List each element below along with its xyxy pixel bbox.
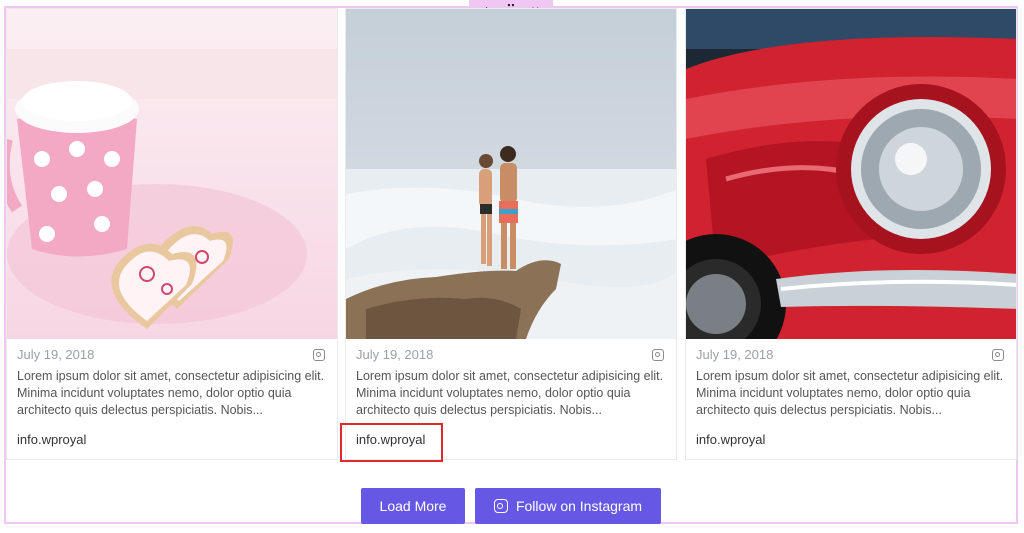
instagram-feed-grid: July 19, 2018 Lorem ipsum dolor sit amet… — [6, 8, 1017, 463]
post-date: July 19, 2018 — [356, 347, 434, 362]
post-body: July 19, 2018 Lorem ipsum dolor sit amet… — [7, 346, 337, 449]
follow-instagram-button[interactable]: Follow on Instagram — [475, 488, 661, 524]
post-card[interactable]: July 19, 2018 Lorem ipsum dolor sit amet… — [685, 8, 1017, 460]
post-image-car[interactable] — [686, 9, 1016, 339]
post-card[interactable]: July 19, 2018 Lorem ipsum dolor sit amet… — [6, 8, 338, 460]
instagram-icon — [493, 499, 508, 513]
post-card[interactable]: July 19, 2018 Lorem ipsum dolor sit amet… — [345, 8, 677, 460]
post-caption: Lorem ipsum dolor sit amet, consectetur … — [17, 369, 325, 417]
load-more-button[interactable]: Load More — [361, 488, 465, 524]
post-caption: Lorem ipsum dolor sit amet, consectetur … — [356, 369, 664, 417]
highlight-box — [340, 423, 443, 462]
feed-actions: Load More Follow on Instagram — [361, 488, 661, 524]
instagram-icon[interactable] — [313, 349, 325, 361]
follow-label: Follow on Instagram — [515, 498, 643, 514]
post-date: July 19, 2018 — [696, 347, 774, 362]
post-author[interactable]: info.wproyal — [17, 431, 327, 449]
post-caption: Lorem ipsum dolor sit amet, consectetur … — [696, 369, 1004, 417]
instagram-icon[interactable] — [992, 349, 1004, 361]
post-author[interactable]: info.wproyal — [696, 431, 1006, 449]
post-image-cup[interactable] — [7, 9, 337, 339]
post-body: July 19, 2018 Lorem ipsum dolor sit amet… — [686, 346, 1016, 449]
instagram-icon[interactable] — [652, 349, 664, 361]
post-image-couple[interactable] — [346, 9, 676, 339]
post-date: July 19, 2018 — [17, 347, 95, 362]
